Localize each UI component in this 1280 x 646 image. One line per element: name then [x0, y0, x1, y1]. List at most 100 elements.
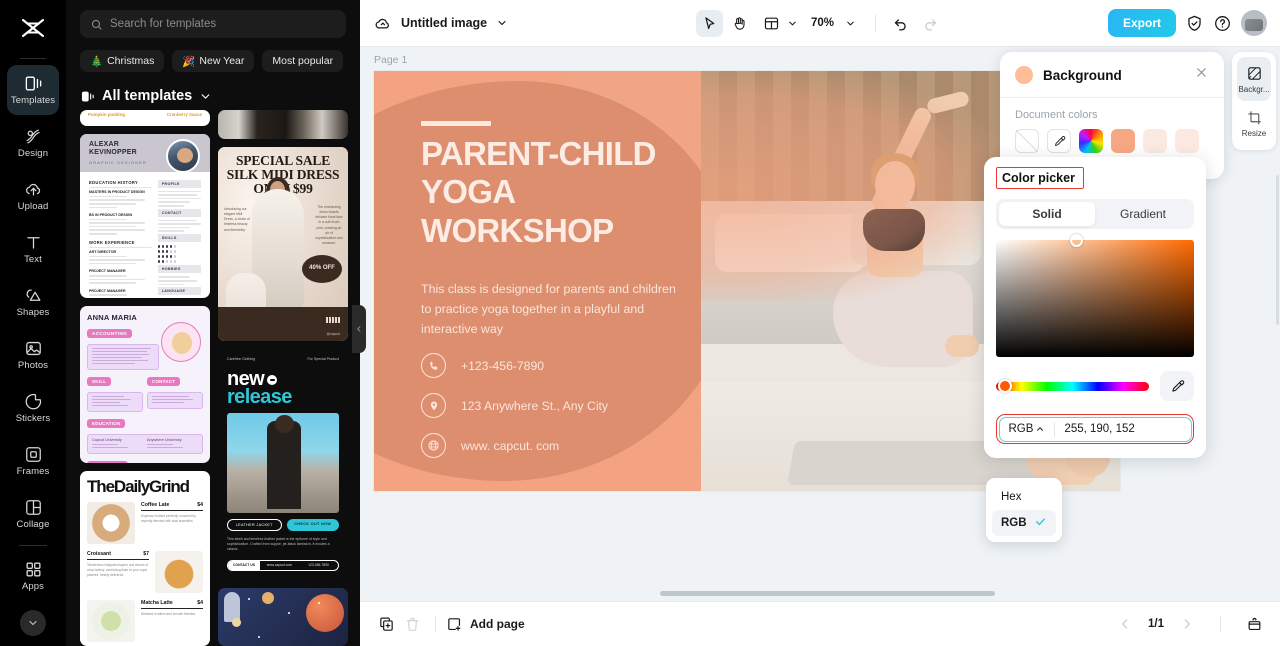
resume-section-title: LANGUAGE: [157, 287, 201, 296]
shield-check-icon[interactable]: [1185, 14, 1204, 33]
zoom-level[interactable]: 70%: [811, 17, 834, 29]
present-button[interactable]: [1241, 611, 1267, 637]
template-card-new-release[interactable]: Carefree Clothing For Special Product ne…: [218, 348, 348, 580]
tab-gradient[interactable]: Gradient: [1095, 202, 1191, 226]
dock-item-background[interactable]: Backgr...: [1237, 57, 1271, 101]
hue-slider[interactable]: [996, 379, 1149, 393]
resume-section-title: EDUCATION HISTORY: [89, 179, 139, 185]
sidebar-item-design[interactable]: Design: [7, 118, 59, 168]
dock-item-resize[interactable]: Resize: [1237, 101, 1271, 145]
sidebar-item-stickers[interactable]: Stickers: [7, 383, 59, 433]
duplicate-page-button[interactable]: [373, 611, 399, 637]
document-title-button[interactable]: Untitled image: [373, 14, 508, 33]
template-card-special-sale[interactable]: SPECIAL SALE SILK MIDI DRESS ONLY $99 In…: [218, 147, 348, 341]
eyedropper-swatch[interactable]: [1047, 129, 1071, 153]
leather-jacket-button[interactable]: LEATHER JACKET: [227, 518, 282, 531]
rail-divider-2: [19, 545, 47, 546]
template-card-resume[interactable]: ALEXAR KEVINOPPER GRAPHIC DESIGNER EDUCA…: [80, 133, 210, 298]
sv-knob[interactable]: [1070, 234, 1083, 247]
location-pin-icon: [421, 393, 446, 418]
canvas-horizontal-scrollbar[interactable]: [660, 591, 995, 596]
undo-button[interactable]: [887, 10, 914, 37]
no-color-swatch[interactable]: [1015, 129, 1039, 153]
globe-icon: [421, 433, 446, 458]
chip-most-popular[interactable]: Most popular: [262, 50, 344, 72]
color-swatch-orange[interactable]: [1111, 129, 1135, 153]
add-page-icon: [448, 617, 461, 631]
contact-row-phone[interactable]: +123-456-7890: [421, 353, 608, 378]
sidebar-item-apps[interactable]: Apps: [7, 551, 59, 601]
prev-page-button[interactable]: [1112, 611, 1138, 637]
right-dock: Backgr... Resize: [1232, 52, 1276, 150]
saturation-value-area[interactable]: [996, 234, 1194, 357]
check-icon: [1034, 515, 1047, 531]
export-button[interactable]: Export: [1107, 9, 1176, 37]
redo-button[interactable]: [917, 10, 944, 37]
resume-entry: PROJECT MANAGER: [89, 288, 126, 293]
menu-item-hex[interactable]: Hex: [992, 484, 1056, 510]
poster-subtitle[interactable]: This class is designed for parents and c…: [421, 279, 689, 339]
eyedropper-icon: [1054, 135, 1065, 146]
menu-item-label: RGB: [1001, 517, 1027, 529]
menu-item-desc: Whisked in silken and smooth finished.: [141, 612, 196, 617]
sidebar-item-photos[interactable]: Photos: [7, 330, 59, 380]
eyedropper-icon: [1171, 379, 1184, 392]
templates-column-left: Pumpkin pudding Cranberry Sauce ALEXAR K…: [80, 110, 210, 646]
sidebar-item-collage[interactable]: Collage: [7, 489, 59, 539]
color-swatch-light-1[interactable]: [1143, 129, 1167, 153]
template-card-thanksgiving[interactable]: Pumpkin pudding Cranberry Sauce: [80, 110, 210, 126]
menu-item-name: Croissant: [87, 551, 111, 558]
hue-knob[interactable]: [998, 379, 1012, 393]
rail-collapse-button[interactable]: [20, 610, 46, 636]
document-colors-swatches: [1015, 129, 1209, 153]
sidebar-item-text[interactable]: Text: [7, 224, 59, 274]
select-tool-button[interactable]: [695, 9, 723, 37]
sidebar-item-frames[interactable]: Frames: [7, 436, 59, 486]
color-mode-dropdown[interactable]: RGB: [1009, 423, 1046, 435]
next-page-button[interactable]: [1174, 611, 1200, 637]
add-page-button[interactable]: Add page: [446, 616, 525, 633]
panel-collapse-handle[interactable]: [352, 305, 366, 353]
delete-page-button[interactable]: [399, 611, 425, 637]
hand-tool-button[interactable]: [726, 10, 753, 37]
template-card-anna-maria[interactable]: ANNA MARIA ACCOUNTING SKILL CONTACT EDUC…: [80, 305, 210, 464]
search-input[interactable]: Search for templates: [80, 10, 346, 38]
chip-christmas[interactable]: 🎄 Christmas: [80, 50, 165, 72]
app-root: Templates Design Upload Text Shapes Phot…: [0, 0, 1280, 646]
close-icon[interactable]: [1194, 65, 1209, 85]
current-color-swatch[interactable]: [1015, 66, 1033, 84]
cv-section-contact: CONTACT: [147, 376, 181, 386]
sidebar-item-upload[interactable]: Upload: [7, 171, 59, 221]
dock-scrollbar[interactable]: [1276, 175, 1279, 325]
all-templates-dropdown[interactable]: All templates: [66, 72, 360, 114]
template-card-dark[interactable]: [218, 110, 348, 140]
menu-item-rgb[interactable]: RGB: [992, 510, 1056, 536]
chip-new-year[interactable]: 🎉 New Year: [172, 50, 255, 72]
color-value-field[interactable]: RGB 255, 190, 152: [996, 414, 1194, 444]
contact-row-website[interactable]: www. capcut. com: [421, 433, 608, 458]
zoom-dropdown-button[interactable]: [837, 10, 864, 37]
color-value[interactable]: 255, 190, 152: [1064, 423, 1134, 435]
user-avatar[interactable]: [1241, 10, 1267, 36]
discount-badge: 40% OFF: [302, 255, 342, 284]
resume-section-title: PROFILE: [157, 179, 201, 188]
layout-tool-button[interactable]: [756, 10, 800, 37]
contact-row-address[interactable]: 123 Anywhere St., Any City: [421, 393, 608, 418]
color-swatch-light-2[interactable]: [1175, 129, 1199, 153]
phone-icon: [421, 353, 446, 378]
check-out-now-button[interactable]: CHECK OUT NOW: [286, 518, 339, 531]
resume-section-title: SKILLS: [157, 234, 201, 242]
capcut-logo-icon[interactable]: [0, 0, 66, 56]
template-card-daily-grind[interactable]: TheDailyGrind Coffee Late $4 Espresso fr…: [80, 471, 210, 646]
sidebar-item-label: Text: [24, 254, 42, 266]
eyedropper-button[interactable]: [1160, 371, 1194, 401]
poster-title[interactable]: PARENT-CHILD YOGA WORKSHOP: [421, 135, 711, 250]
sidebar-item-templates[interactable]: Templates: [7, 65, 59, 115]
help-circle-icon[interactable]: [1213, 14, 1232, 33]
tab-solid[interactable]: Solid: [999, 202, 1095, 226]
rainbow-swatch[interactable]: [1079, 129, 1103, 153]
sidebar-item-shapes[interactable]: Shapes: [7, 277, 59, 327]
template-card-space[interactable]: [218, 587, 348, 646]
layout-icon: [764, 17, 779, 29]
phone-glyph: [429, 361, 437, 370]
